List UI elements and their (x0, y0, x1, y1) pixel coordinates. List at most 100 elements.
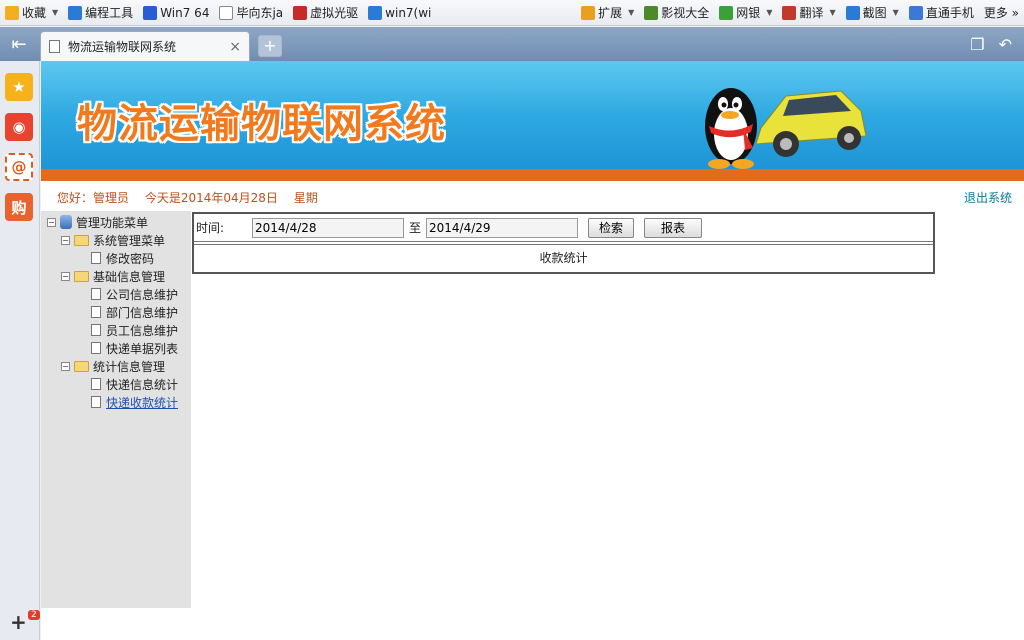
weibo-icon[interactable]: ◉ (5, 113, 33, 141)
star-icon (5, 5, 19, 20)
bookmark-item[interactable]: 编程工具 (63, 2, 138, 24)
tree-item[interactable]: 公司信息维护 (41, 285, 191, 303)
tree-item[interactable]: 快递信息统计 (41, 375, 191, 393)
bookmark-item[interactable]: 收藏 ▼ (0, 2, 63, 24)
greeting-bar: 您好：管理员 今天是2014年04月28日 星期 (57, 189, 330, 206)
tree-item-label: 快递信息统计 (106, 377, 179, 392)
document-icon (91, 288, 101, 300)
collapse-toggle-icon[interactable]: − (61, 235, 70, 245)
site-banner: 物流运输物联网系统 (41, 61, 1024, 181)
logout-link[interactable]: 退出系统 (964, 189, 1012, 206)
bookmark-item[interactable]: 影视大全 (639, 2, 714, 24)
start-date-input[interactable] (252, 217, 404, 238)
bookmark-label: 虚拟光驱 (310, 6, 359, 20)
undo-close-icon[interactable]: ↶ (999, 35, 1012, 54)
tab-close-icon[interactable]: × (229, 39, 241, 55)
bookmark-item[interactable]: 毕向东ja (214, 2, 288, 24)
tree-item-label: 部门信息维护 (106, 305, 179, 320)
phone-icon (908, 5, 923, 20)
tree-item-label: 基础信息管理 (93, 269, 166, 284)
new-tab-button[interactable]: + (258, 35, 282, 57)
tree-item[interactable]: 员工信息维护 (41, 321, 191, 339)
tree-item[interactable]: 部门信息维护 (41, 303, 191, 321)
sidebar-toggle-icon[interactable]: ⇤ (0, 27, 38, 61)
greeting-weekday: 星期 (293, 191, 318, 205)
page-icon (219, 5, 234, 20)
tree-folder[interactable]: − 管理功能菜单 (41, 213, 191, 231)
notification-badge: 2 (28, 610, 40, 620)
bookmark-label: 扩展 (598, 6, 623, 20)
greeting-user: 您好：管理员 (57, 191, 130, 205)
document-icon (91, 306, 101, 318)
tab-active[interactable]: 物流运输物联网系统 × (40, 31, 250, 61)
page-icon (49, 40, 60, 53)
tree-item-label: 修改密码 (106, 251, 155, 266)
bookmark-item[interactable]: 直通手机 (904, 2, 979, 24)
bookmark-item[interactable]: 截图 ▼ (841, 2, 904, 24)
search-form: 时间: 至 检索 报表 收款统计 (192, 212, 935, 274)
bookmark-item[interactable]: 翻译 ▼ (777, 2, 840, 24)
shield-icon (719, 5, 734, 20)
bookmark-label: 截图 (862, 6, 887, 20)
bookmark-item[interactable]: 网银 ▼ (714, 2, 777, 24)
restore-tabs-icon[interactable]: ❐ (970, 35, 984, 54)
bookmark-label: 翻译 (799, 6, 824, 20)
dropdown-caret-icon: ▼ (766, 8, 773, 17)
document-icon (91, 324, 101, 336)
tab-title: 物流运输物联网系统 (68, 40, 177, 54)
greeting-date: 今天是2014年04月28日 (144, 191, 278, 205)
end-date-input[interactable] (426, 217, 578, 238)
grid-icon (581, 5, 596, 20)
flag-icon (293, 5, 308, 20)
collapse-toggle-icon[interactable]: − (61, 271, 70, 281)
globe-icon (368, 5, 383, 20)
penguin-car-illustration (705, 88, 867, 169)
folder-icon (74, 270, 89, 282)
shopping-icon[interactable]: 购 (5, 193, 33, 221)
tree-folder[interactable]: − 统计信息管理 (41, 357, 191, 375)
collapse-toggle-icon[interactable]: − (61, 361, 70, 371)
bookmark-label: 收藏 (22, 6, 47, 20)
menu-tree: − 管理功能菜单 − 系统管理菜单 修改密码 − 基础信息管理 公司信息维护 部门信息维护 员工信… (41, 211, 191, 608)
document-icon (91, 252, 101, 264)
tree-item[interactable]: 快递收款统计 (41, 393, 191, 411)
bookmark-item[interactable]: 虚拟光驱 (288, 2, 363, 24)
mail-icon[interactable]: @ (5, 153, 33, 181)
bookmark-label: win7(wi (385, 5, 432, 20)
computer-icon (60, 215, 72, 229)
dropdown-caret-icon: ▼ (892, 8, 899, 17)
document-icon (91, 378, 101, 390)
tree-folder[interactable]: − 系统管理菜单 (41, 231, 191, 249)
tree-item[interactable]: 修改密码 (41, 249, 191, 267)
document-icon (91, 396, 101, 408)
banner-title: 物流运输物联网系统 (77, 101, 446, 147)
dropdown-caret-icon: ▼ (52, 8, 59, 17)
tree-item-label: 快递收款统计 (106, 395, 179, 410)
tree-item-label: 系统管理菜单 (93, 233, 166, 248)
video-icon (644, 5, 659, 20)
bookmark-label: 直通手机 (925, 6, 974, 20)
search-button[interactable]: 检索 (588, 217, 635, 238)
stat-title: 收款统计 (194, 244, 933, 270)
tree-folder[interactable]: − 基础信息管理 (41, 267, 191, 285)
tree-item-label: 统计信息管理 (93, 359, 166, 374)
bookmark-label: 网银 (736, 6, 761, 20)
tree-item-label: 快递单据列表 (106, 341, 179, 356)
bookmarks-bar: 收藏 ▼ 编程工具 Win7 64 毕向东ja 虚拟光驱 win7(wi 扩展 ▼ 影视大全 网银 ▼… (0, 0, 1024, 26)
tree-item[interactable]: 快递单据列表 (41, 339, 191, 357)
report-button[interactable]: 报表 (644, 217, 703, 238)
bookmark-item[interactable]: 扩展 ▼ (576, 2, 639, 24)
bookmark-item[interactable]: 更多 » (979, 2, 1024, 24)
folder-icon (74, 234, 89, 246)
collapse-toggle-icon[interactable]: − (47, 217, 56, 227)
tab-strip: ⇤ 物流运输物联网系统 × + ❐ ↶ (0, 27, 1024, 61)
favorites-star-icon[interactable]: ★ (5, 73, 33, 101)
bookmark-label: 影视大全 (661, 6, 710, 20)
bookmark-label: Win7 64 (160, 5, 210, 20)
bookmark-item[interactable]: win7(wi (363, 2, 436, 24)
bookmark-item[interactable]: Win7 64 (138, 2, 214, 24)
add-sidebar-icon[interactable]: + (10, 610, 27, 634)
tree-item-label: 员工信息维护 (106, 323, 179, 338)
bookmark-label: 毕向东ja (236, 6, 284, 20)
tree-item-label: 管理功能菜单 (76, 215, 149, 230)
